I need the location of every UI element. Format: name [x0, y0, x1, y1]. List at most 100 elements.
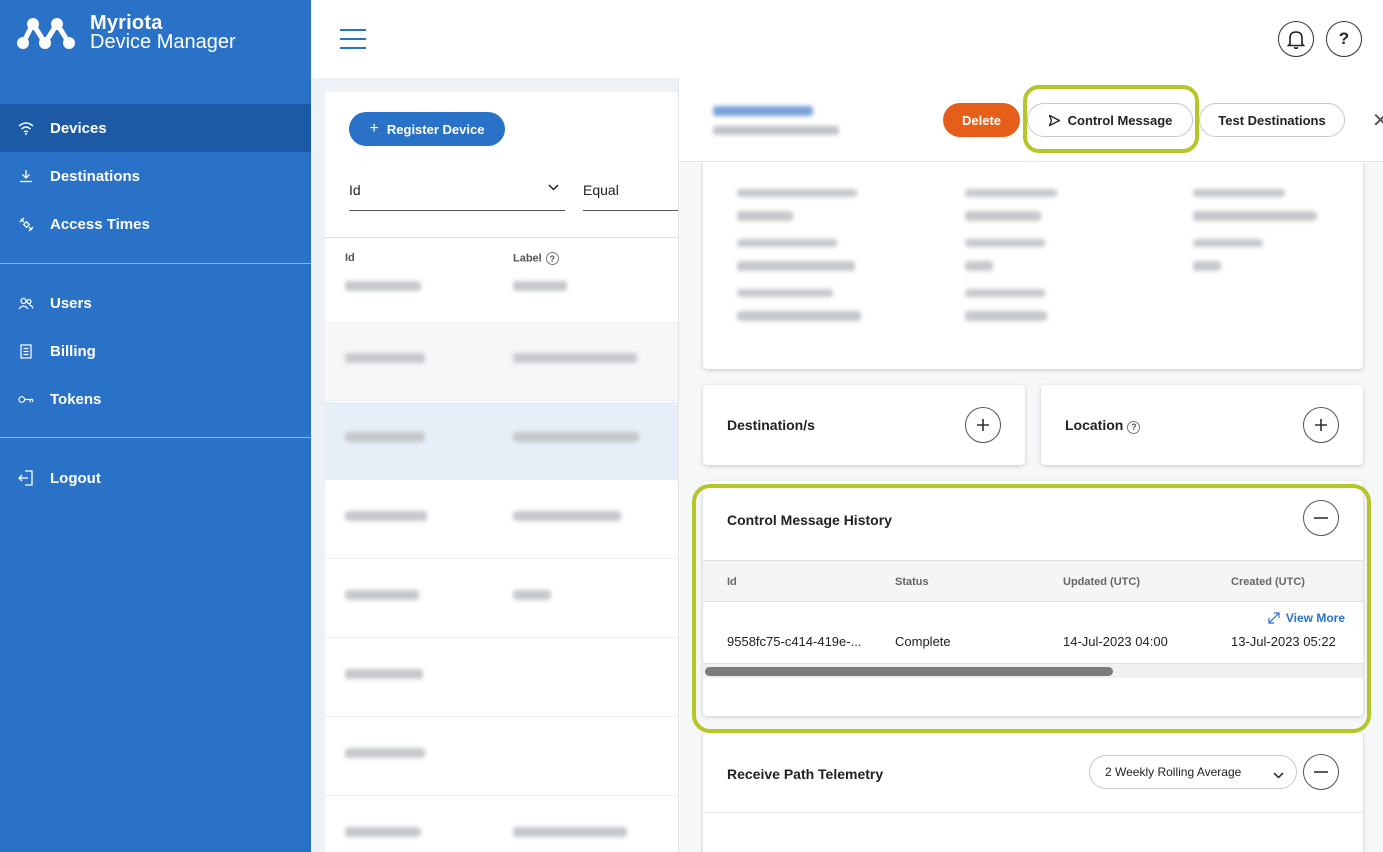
expand-icon: [1268, 612, 1280, 624]
redacted-text: [345, 511, 427, 521]
myriota-logo-icon: [17, 18, 75, 49]
plus-icon: [977, 419, 989, 431]
view-more-label: View More: [1285, 611, 1345, 625]
notifications-button[interactable]: [1278, 21, 1314, 57]
register-device-button[interactable]: + Register Device: [349, 112, 505, 146]
close-icon[interactable]: ✕: [1372, 108, 1383, 133]
send-icon: [1048, 114, 1060, 126]
sidebar-item-tokens[interactable]: Tokens: [0, 375, 311, 423]
add-location-button[interactable]: [1303, 407, 1339, 443]
table-row[interactable]: [325, 273, 678, 323]
location-title: Location?: [1065, 417, 1141, 434]
brand-product: Device Manager: [90, 31, 236, 53]
table-row[interactable]: [325, 323, 678, 401]
column-header-created[interactable]: Created (UTC): [1231, 561, 1305, 603]
telemetry-range-select[interactable]: 2 Weekly Rolling Average: [1089, 755, 1297, 789]
menu-icon[interactable]: [340, 29, 366, 49]
sidebar-item-label: Devices: [50, 119, 107, 137]
users-icon: [18, 295, 34, 311]
sidebar-item-label: Tokens: [50, 390, 102, 408]
redacted-text: [965, 311, 1047, 321]
table-row[interactable]: 9558fc75-c414-419e-... Complete 14-Jul-2…: [703, 602, 1363, 664]
control-message-button[interactable]: Control Message: [1027, 103, 1193, 137]
sidebar-item-devices[interactable]: Devices: [0, 104, 311, 152]
redacted-text: [513, 281, 567, 291]
minus-icon: [1314, 517, 1328, 519]
column-header-id[interactable]: Id: [727, 561, 737, 603]
bell-icon: [1287, 31, 1305, 49]
redacted-text: [513, 353, 637, 363]
redacted-text: [737, 239, 837, 247]
control-message-history-card: Control Message History Id Status Update…: [703, 481, 1363, 716]
panel-body: Destination/s Location? Control Message …: [679, 163, 1383, 852]
redacted-text: [345, 353, 425, 363]
sidebar-item-logout[interactable]: Logout: [0, 454, 311, 502]
table-row[interactable]: [325, 560, 678, 638]
device-detail-panel: Delete Control Message Test Destinations…: [678, 78, 1383, 852]
key-icon: [18, 391, 34, 407]
device-name-redacted: [713, 106, 813, 116]
redacted-text: [345, 432, 425, 442]
horizontal-scrollbar[interactable]: [703, 664, 1363, 678]
redacted-text: [1193, 189, 1285, 197]
table-row-selected[interactable]: [325, 402, 678, 480]
column-header-updated[interactable]: Updated (UTC): [1063, 561, 1140, 603]
logout-icon: [18, 470, 34, 486]
scrollbar-thumb[interactable]: [705, 667, 1113, 676]
register-device-label: Register Device: [386, 121, 485, 137]
redacted-text: [513, 590, 551, 600]
destinations-card: Destination/s: [703, 385, 1025, 465]
redacted-text: [345, 669, 423, 679]
sidebar-item-destinations[interactable]: Destinations: [0, 152, 311, 200]
sidebar-item-label: Access Times: [50, 215, 150, 233]
filter-field-select[interactable]: Id: [349, 168, 565, 211]
filter-field-value: Id: [349, 182, 361, 198]
redacted-text: [513, 511, 621, 521]
table-row[interactable]: [325, 797, 678, 852]
collapse-telemetry-button[interactable]: [1303, 754, 1339, 790]
satellite-icon: [18, 216, 34, 232]
history-table-header: Id Status Updated (UTC) Created (UTC): [703, 560, 1363, 602]
redacted-text: [1193, 261, 1221, 271]
brand-logo[interactable]: Myriota Device Manager: [16, 13, 236, 53]
download-icon: [18, 168, 34, 184]
redacted-text: [965, 261, 993, 271]
column-header-status[interactable]: Status: [895, 561, 929, 603]
redacted-text: [345, 590, 419, 600]
nav-divider: [0, 437, 311, 438]
test-destinations-button[interactable]: Test Destinations: [1199, 103, 1345, 137]
table-row[interactable]: [325, 718, 678, 796]
column-header-id[interactable]: Id: [345, 252, 355, 264]
column-header-label[interactable]: Label?: [513, 252, 559, 265]
view-more-link[interactable]: View More: [1268, 611, 1345, 625]
help-icon[interactable]: ?: [1127, 420, 1141, 434]
redacted-text: [737, 211, 793, 221]
sidebar-item-access-times[interactable]: Access Times: [0, 200, 311, 248]
redacted-text: [345, 827, 421, 837]
sidebar-item-label: Billing: [50, 342, 96, 360]
sidebar-nav-account: Logout: [0, 454, 311, 502]
panel-header: Delete Control Message Test Destinations…: [679, 78, 1383, 162]
telemetry-range-value: 2 Weekly Rolling Average: [1105, 765, 1242, 779]
chevron-down-icon: [1273, 768, 1284, 782]
redacted-text: [965, 239, 1045, 247]
help-button[interactable]: ?: [1326, 21, 1362, 57]
filter-operator-select[interactable]: Equal: [583, 168, 678, 211]
redacted-text: [737, 311, 861, 321]
sidebar-item-users[interactable]: Users: [0, 279, 311, 327]
table-row[interactable]: [325, 481, 678, 559]
delete-button[interactable]: Delete: [943, 103, 1020, 137]
table-row[interactable]: [325, 639, 678, 717]
redacted-text: [513, 827, 627, 837]
redacted-text: [1193, 239, 1263, 247]
add-destination-button[interactable]: [965, 407, 1001, 443]
collapse-history-button[interactable]: [1303, 500, 1339, 536]
sidebar-item-label: Logout: [50, 469, 101, 487]
sidebar-item-billing[interactable]: Billing: [0, 327, 311, 375]
redacted-text: [513, 432, 639, 442]
divider: [703, 812, 1363, 813]
help-icon[interactable]: ?: [545, 252, 559, 265]
device-label-redacted: [713, 126, 839, 135]
redacted-text: [737, 189, 857, 197]
wifi-icon: [18, 120, 34, 136]
